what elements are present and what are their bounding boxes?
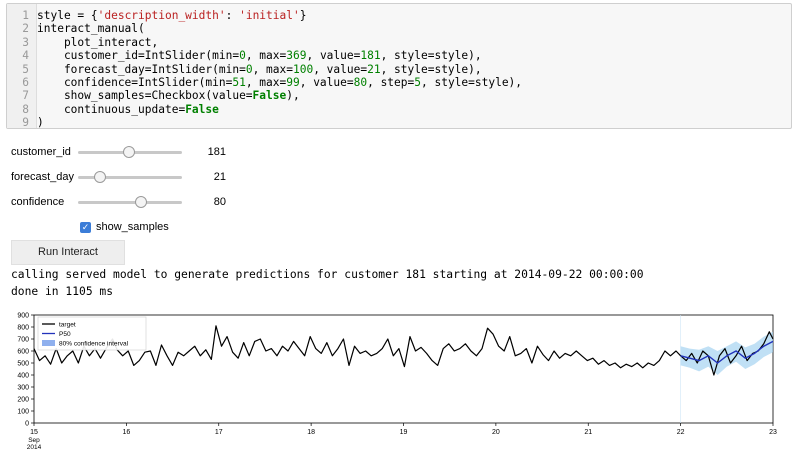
code-line: interact_manual( xyxy=(37,22,145,36)
line-number: 3 xyxy=(22,35,29,49)
confidence-slider-handle[interactable] xyxy=(134,196,147,208)
run-interact-button[interactable]: Run Interact xyxy=(11,240,125,265)
code-line: plot_interact, xyxy=(37,35,159,49)
line-number: 1 xyxy=(22,9,29,22)
y-tick-label: 0 xyxy=(25,421,29,428)
y-tick-label: 500 xyxy=(17,361,29,368)
output-line-1: calling served model to generate predict… xyxy=(11,268,644,281)
x-tick-label: 22 xyxy=(677,429,685,436)
y-tick-label: 900 xyxy=(17,313,29,320)
output-line-2: done in 1105 ms xyxy=(11,285,114,298)
x-tick-label: 15 xyxy=(30,429,38,436)
code-line: customer_id=IntSlider(min=0, max=369, va… xyxy=(37,49,482,63)
show-samples-checkbox[interactable]: ✓ xyxy=(80,222,91,233)
show-samples-label: show_samples xyxy=(96,221,169,233)
customer-id-label: customer_id xyxy=(11,146,71,158)
code-cell[interactable]: 1 style = {'description_width': 'initial'… xyxy=(6,3,792,129)
code-line: continuous_update=False xyxy=(37,102,219,116)
code-line: show_samples=Checkbox(value=False), xyxy=(37,89,300,103)
x-date-sublabel: 2014 xyxy=(27,444,42,451)
forecast-day-value: 21 xyxy=(213,171,226,183)
y-tick-label: 200 xyxy=(17,397,29,404)
y-tick-label: 800 xyxy=(17,325,29,332)
line-number: 9 xyxy=(22,116,29,130)
code-line: ) xyxy=(37,116,44,130)
y-tick-label: 100 xyxy=(17,409,29,416)
code-line: forecast_day=IntSlider(min=0, max=100, v… xyxy=(37,62,482,76)
customer-id-value: 181 xyxy=(207,146,226,158)
line-number: 5 xyxy=(22,62,29,76)
line-number: 7 xyxy=(22,89,29,103)
confidence-slider-track[interactable] xyxy=(78,201,182,204)
customer-id-slider-handle[interactable] xyxy=(123,146,135,158)
legend-entry: target xyxy=(59,322,76,329)
x-tick-label: 21 xyxy=(584,429,592,436)
line-number: 6 xyxy=(22,76,29,89)
x-tick-label: 23 xyxy=(769,429,777,436)
code-line: style = {'description_width': 'initial'} xyxy=(37,9,307,22)
code-line: confidence=IntSlider(min=51, max=99, val… xyxy=(37,76,523,89)
y-tick-label: 600 xyxy=(17,349,29,356)
y-tick-label: 700 xyxy=(17,337,29,344)
confidence-value: 80 xyxy=(213,196,226,208)
x-tick-label: 18 xyxy=(307,429,315,436)
x-tick-label: 17 xyxy=(215,429,223,436)
forecast-day-label: forecast_day xyxy=(11,171,74,183)
x-tick-label: 19 xyxy=(400,429,408,436)
forecast-chart: 0 100 200 300 400 500 600 700 800 900 15 16 17 18 19 20… xyxy=(17,313,777,452)
line-number: 2 xyxy=(22,22,29,36)
line-number: 4 xyxy=(22,49,29,63)
legend-swatch xyxy=(42,340,55,346)
x-tick-label: 16 xyxy=(122,429,130,436)
line-number: 8 xyxy=(22,102,29,116)
y-tick-label: 400 xyxy=(17,373,29,380)
x-tick-label: 20 xyxy=(492,429,500,436)
legend-entry: 80% confidence interval xyxy=(59,341,129,348)
legend-entry: P50 xyxy=(59,331,71,338)
forecast-day-slider-handle[interactable] xyxy=(93,171,106,183)
x-date-sublabel: Sep xyxy=(28,437,40,444)
y-tick-label: 300 xyxy=(17,385,29,392)
confidence-label: confidence xyxy=(11,196,65,208)
